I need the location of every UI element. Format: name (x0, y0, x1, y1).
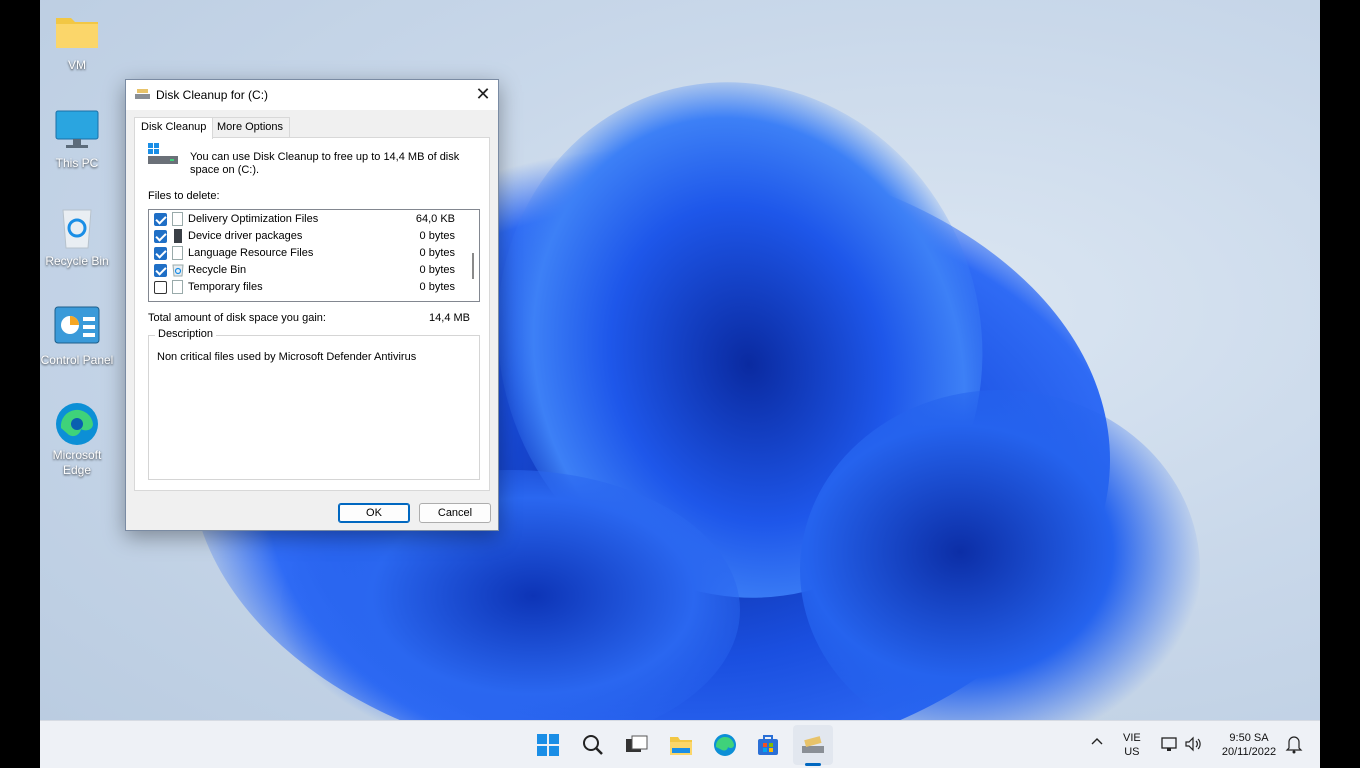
recycle-bin-icon (53, 206, 101, 250)
total-value: 14,4 MB (429, 312, 470, 324)
file-size: 0 bytes (419, 230, 455, 242)
file-size: 0 bytes (419, 264, 455, 276)
clock-time: 9:50 SA (1229, 732, 1269, 744)
title-bar[interactable]: Disk Cleanup for (C:) ✕ (126, 80, 498, 110)
file-icon (172, 212, 183, 226)
dialog-title: Disk Cleanup for (C:) (156, 88, 269, 102)
edge-icon (53, 400, 101, 445)
desktop-icon-label: This PC (55, 156, 99, 170)
edge-icon[interactable] (712, 732, 738, 758)
file-icon (172, 280, 183, 294)
volume-icon[interactable] (1183, 734, 1203, 758)
start-icon[interactable] (535, 732, 561, 758)
file-checkbox[interactable] (154, 230, 167, 243)
file-name: Temporary files (188, 281, 263, 293)
language-bottom: US (1124, 746, 1140, 758)
file-checkbox[interactable] (154, 264, 167, 277)
desktop-icon-edge[interactable]: Microsoft Edge (40, 400, 114, 478)
this-pc-icon (53, 108, 101, 152)
language-indicator[interactable]: VIE US (1123, 731, 1141, 759)
disk-cleanup-icon[interactable] (800, 732, 826, 758)
desktop: VM This PC Recycle Bin Control Panel Mic… (40, 0, 1320, 768)
desktop-icon-vm[interactable]: VM (40, 10, 114, 73)
ok-button[interactable]: OK (338, 503, 410, 523)
file-row[interactable]: Temporary files 0 bytes (149, 279, 465, 296)
total-label: Total amount of disk space you gain: (148, 312, 326, 324)
disk-cleanup-dialog: Disk Cleanup for (C:) ✕ Disk Cleanup Mor… (125, 79, 499, 531)
desktop-icon-this-pc[interactable]: This PC (40, 108, 114, 171)
file-size: 64,0 KB (415, 213, 455, 225)
wallpaper-bloom (800, 390, 1200, 750)
recycle-bin-icon (172, 264, 184, 277)
drive-icon (148, 143, 178, 165)
file-name: Device driver packages (188, 230, 303, 242)
file-row[interactable]: Language Resource Files 0 bytes (149, 245, 465, 262)
tab-disk-cleanup[interactable]: Disk Cleanup (134, 117, 214, 139)
list-scrollbar[interactable] (465, 210, 479, 301)
driver-icon (174, 229, 182, 243)
cancel-button[interactable]: Cancel (419, 503, 491, 523)
file-row[interactable]: Device driver packages 0 bytes (149, 228, 465, 245)
desktop-icon-label: VM (68, 58, 86, 72)
store-icon[interactable] (755, 732, 781, 758)
desktop-icon-label: Microsoft Edge (52, 448, 102, 477)
clock[interactable]: 9:50 SA 20/11/2022 (1218, 731, 1280, 759)
file-size: 0 bytes (419, 281, 455, 293)
description-group: Description Non critical files used by M… (148, 328, 480, 480)
clock-date: 20/11/2022 (1221, 746, 1277, 758)
file-row[interactable]: Recycle Bin 0 bytes (149, 262, 465, 279)
notification-icon[interactable] (1285, 734, 1303, 758)
task-view-icon[interactable] (623, 732, 649, 758)
file-icon (172, 246, 183, 260)
file-name: Language Resource Files (188, 247, 314, 259)
close-button[interactable]: ✕ (468, 80, 498, 108)
file-checkbox[interactable] (154, 213, 167, 226)
file-checkbox[interactable] (154, 247, 167, 260)
desktop-icon-control-panel[interactable]: Control Panel (40, 305, 114, 368)
network-icon[interactable] (1160, 734, 1180, 758)
taskbar: VIE US 9:50 SA 20/11/2022 (40, 720, 1320, 768)
description-legend: Description (155, 328, 217, 340)
files-list[interactable]: Delivery Optimization Files 64,0 KB Devi… (148, 209, 480, 302)
active-indicator (805, 763, 821, 766)
file-size: 0 bytes (419, 247, 455, 259)
search-icon[interactable] (580, 732, 606, 758)
desktop-icon-label: Recycle Bin (45, 254, 109, 268)
file-explorer-icon[interactable] (668, 732, 694, 758)
file-name: Recycle Bin (188, 264, 247, 276)
show-hidden-icons[interactable] (1090, 735, 1104, 751)
disk-cleanup-icon (135, 88, 150, 100)
disk-cleanup-panel: You can use Disk Cleanup to free up to 1… (134, 137, 490, 491)
language-top: VIE (1123, 732, 1141, 744)
file-row[interactable]: Delivery Optimization Files 64,0 KB (149, 211, 465, 228)
files-to-delete-label: Files to delete: (148, 190, 220, 202)
file-name: Delivery Optimization Files (188, 213, 319, 225)
info-text: You can use Disk Cleanup to free up to 1… (190, 151, 460, 176)
tab-more-options[interactable]: More Options (210, 117, 291, 138)
file-checkbox[interactable] (154, 281, 167, 294)
control-panel-icon (53, 305, 101, 349)
desktop-icon-recycle-bin[interactable]: Recycle Bin (40, 206, 114, 269)
desktop-icon-label: Control Panel (40, 353, 114, 367)
folder-icon (53, 10, 101, 54)
description-text: Non critical files used by Microsoft Def… (157, 351, 417, 363)
scrollbar-thumb[interactable] (472, 253, 474, 279)
